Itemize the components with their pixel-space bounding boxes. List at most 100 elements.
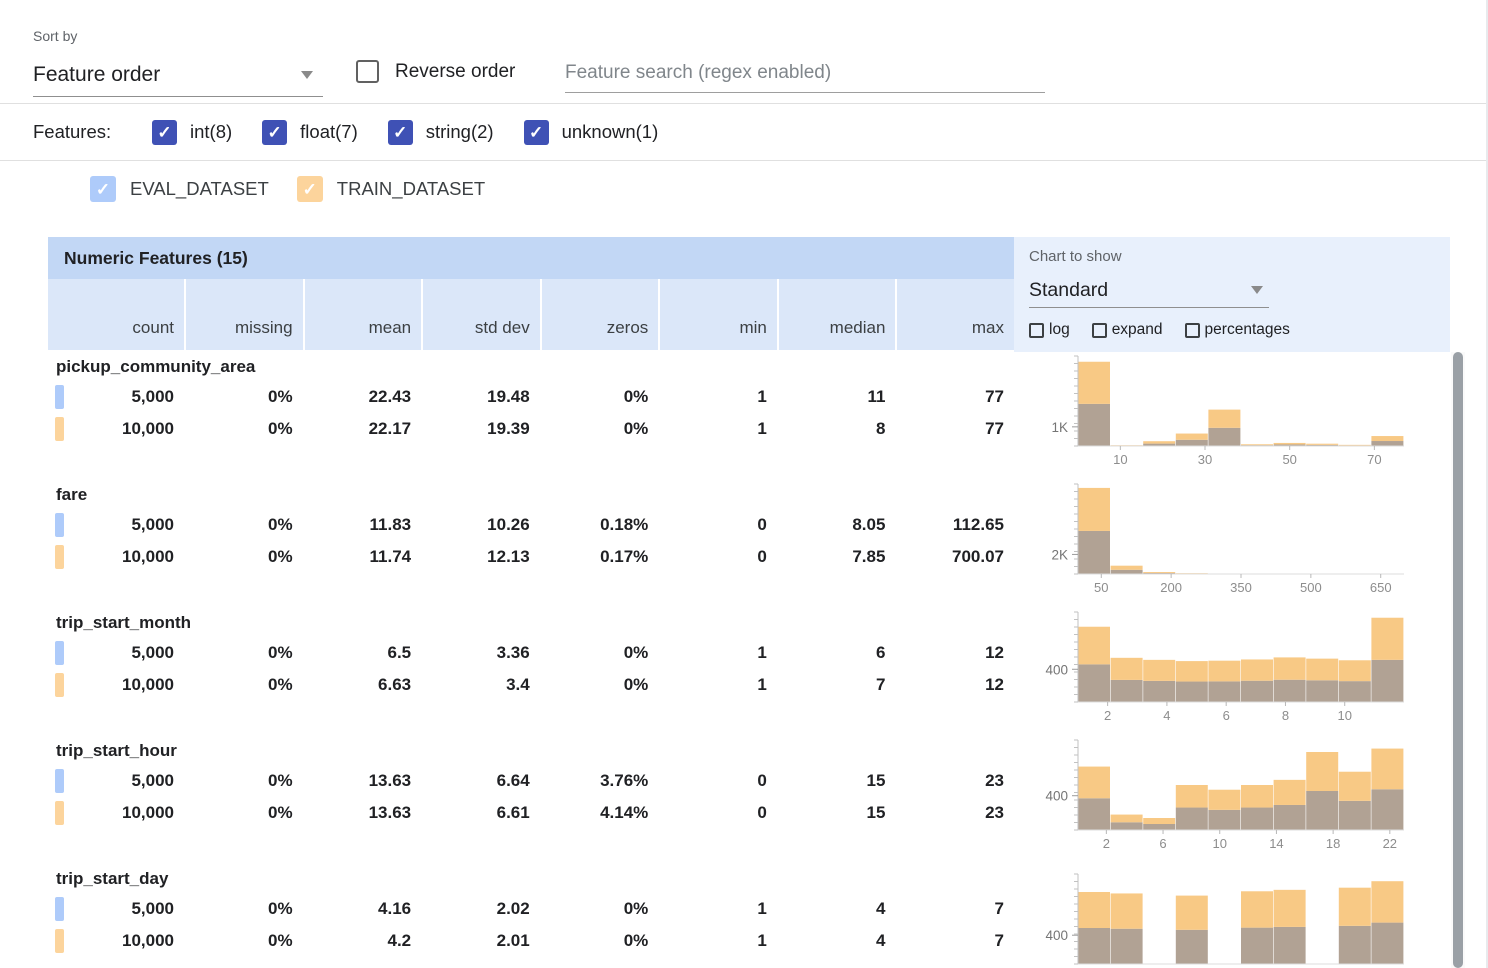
feature-type-filters: ✓ int(8) ✓ float(7) ✓ string(2) ✓ unknow…	[152, 120, 658, 145]
column-header: count	[48, 279, 184, 350]
dataset-label: EVAL_DATASET	[130, 178, 269, 200]
scrollbar-track[interactable]	[1451, 352, 1465, 968]
column-header: mean	[305, 279, 422, 350]
stat-cell: 13.63	[303, 797, 422, 829]
svg-text:400: 400	[1045, 789, 1068, 804]
feature-block: pickup_community_area 5,0000%22.4319.480…	[48, 353, 1014, 445]
checkbox-checked-icon[interactable]: ✓	[524, 120, 549, 145]
chart-option-label: percentages	[1205, 321, 1290, 339]
stat-cell: 112.65	[895, 509, 1014, 541]
stat-cell: 0%	[184, 925, 303, 957]
stat-cell: 0%	[540, 637, 659, 669]
chart-option[interactable]: expand	[1092, 321, 1163, 339]
stat-cell: 1	[658, 381, 777, 413]
stat-cell: 0%	[540, 893, 659, 925]
feature-type-filter[interactable]: ✓ unknown(1)	[524, 120, 659, 145]
checkbox-unchecked-icon[interactable]	[1185, 323, 1200, 338]
stat-cell: 0	[658, 797, 777, 829]
stat-cell: 10,000	[48, 541, 184, 573]
stat-cell: 4.2	[303, 925, 422, 957]
feature-stats-row: 10,0000%4.22.010%147	[48, 925, 1014, 957]
stat-cell: 11.74	[303, 541, 422, 573]
stat-cell: 10.26	[421, 509, 540, 541]
chart-option[interactable]: percentages	[1185, 321, 1290, 339]
dataset-legend-item[interactable]: ✓ EVAL_DATASET	[90, 176, 269, 202]
feature-stats-row: 10,0000%11.7412.130.17%07.85700.07	[48, 541, 1014, 573]
svg-text:400: 400	[1045, 928, 1068, 943]
feature-block: trip_start_hour 5,0000%13.636.643.76%015…	[48, 737, 1014, 829]
scrollbar-thumb[interactable]	[1453, 352, 1463, 968]
features-filter-label: Features:	[33, 121, 152, 143]
checkbox-unchecked-icon[interactable]	[1092, 323, 1107, 338]
reverse-order-checkbox[interactable]	[356, 60, 379, 83]
stat-cell: 0%	[184, 381, 303, 413]
stat-cell: 0%	[540, 381, 659, 413]
svg-text:2: 2	[1103, 836, 1110, 850]
stat-cell: 19.48	[421, 381, 540, 413]
chart-option[interactable]: log	[1029, 321, 1070, 339]
stat-cell: 0.18%	[540, 509, 659, 541]
stat-cell: 1	[658, 893, 777, 925]
chart-type-dropdown[interactable]: Standard	[1029, 273, 1269, 308]
stat-cell: 700.07	[895, 541, 1014, 573]
feature-search-input[interactable]	[565, 53, 1045, 93]
stat-cell: 3.76%	[540, 765, 659, 797]
stat-cell: 4	[777, 893, 896, 925]
stat-cell: 22.17	[303, 413, 422, 445]
stat-cell: 1	[658, 669, 777, 701]
stat-cell: 7	[777, 669, 896, 701]
feature-name: fare	[48, 481, 1014, 509]
stat-cell: 0%	[184, 413, 303, 445]
stat-cell: 0%	[184, 893, 303, 925]
feature-histogram: 2610141822400	[1022, 738, 1422, 850]
chevron-down-icon	[301, 71, 313, 79]
checkbox-checked-icon[interactable]: ✓	[152, 120, 177, 145]
chart-option-label: log	[1049, 321, 1070, 339]
feature-type-filter[interactable]: ✓ string(2)	[388, 120, 494, 145]
numeric-features-table: Numeric Features (15) count missing mean…	[48, 237, 1014, 968]
dataset-legend-item[interactable]: ✓ TRAIN_DATASET	[297, 176, 485, 202]
column-header: max	[897, 279, 1014, 350]
svg-text:8: 8	[1282, 708, 1289, 722]
feature-type-filter[interactable]: ✓ float(7)	[262, 120, 358, 145]
stat-cell: 0	[658, 765, 777, 797]
checkbox-checked-icon[interactable]: ✓	[262, 120, 287, 145]
stat-cell: 23	[895, 797, 1014, 829]
feature-stats-row: 5,0000%6.53.360%1612	[48, 637, 1014, 669]
column-header: min	[660, 279, 777, 350]
feature-type-filter-row: Features: ✓ int(8) ✓ float(7) ✓ string(2…	[33, 104, 658, 160]
checkbox-unchecked-icon[interactable]	[1029, 323, 1044, 338]
feature-type-filter[interactable]: ✓ int(8)	[152, 120, 232, 145]
feature-name: trip_start_day	[48, 865, 1014, 893]
svg-text:1K: 1K	[1051, 420, 1068, 435]
column-header: std dev	[423, 279, 540, 350]
stat-cell: 0	[658, 541, 777, 573]
svg-text:6: 6	[1223, 708, 1230, 722]
sort-by-value: Feature order	[33, 63, 160, 87]
reverse-order-control: Reverse order	[356, 60, 515, 83]
stat-cell: 2.01	[421, 925, 540, 957]
stat-cell: 6.64	[421, 765, 540, 797]
dataset-checkbox[interactable]: ✓	[297, 176, 323, 202]
dataset-checkbox[interactable]: ✓	[90, 176, 116, 202]
dataset-marker	[55, 417, 64, 441]
stat-cell: 0%	[540, 413, 659, 445]
feature-histogram: 400	[1022, 872, 1422, 968]
stat-cell: 10,000	[48, 669, 184, 701]
svg-text:10: 10	[1337, 708, 1351, 722]
stat-cell: 23	[895, 765, 1014, 797]
svg-text:50: 50	[1282, 452, 1296, 466]
stat-cell: 12	[895, 637, 1014, 669]
stat-cell: 22.43	[303, 381, 422, 413]
sort-by-dropdown[interactable]: Feature order	[33, 53, 323, 97]
feature-type-label: int(8)	[190, 121, 232, 143]
chart-option-label: expand	[1112, 321, 1163, 339]
svg-text:4: 4	[1163, 708, 1170, 722]
stat-cell: 0%	[184, 509, 303, 541]
checkbox-checked-icon[interactable]: ✓	[388, 120, 413, 145]
stat-cell: 4.14%	[540, 797, 659, 829]
feature-histogram: 103050701K	[1022, 354, 1422, 466]
dataset-marker	[55, 385, 64, 409]
svg-text:500: 500	[1300, 580, 1322, 594]
stat-cell: 7.85	[777, 541, 896, 573]
